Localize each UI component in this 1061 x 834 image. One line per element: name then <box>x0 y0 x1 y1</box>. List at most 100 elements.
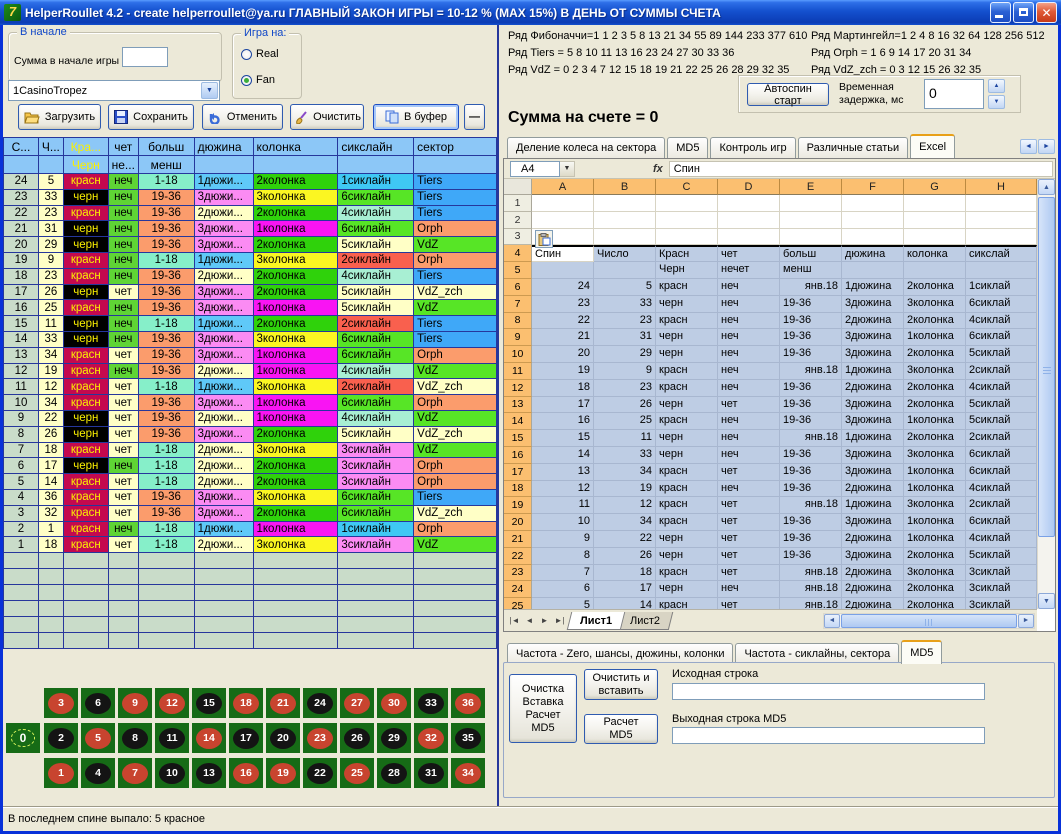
collapse-button[interactable]: — <box>464 104 485 130</box>
excel-cell[interactable]: 6 <box>532 581 594 598</box>
excel-cell[interactable]: 2колонка <box>904 548 966 565</box>
excel-row-header-4[interactable]: 4 <box>504 245 532 262</box>
excel-select-all-corner[interactable] <box>504 179 532 195</box>
board-cell-5[interactable]: 5 <box>81 723 115 753</box>
md5-output-field[interactable] <box>672 727 985 744</box>
excel-column-header-D[interactable]: D <box>718 179 780 195</box>
excel-cell[interactable]: 33 <box>594 447 656 464</box>
excel-cell[interactable]: черн <box>656 296 718 313</box>
excel-cell[interactable]: 3колонка <box>904 447 966 464</box>
md5-clear-paste-button[interactable]: Очистить и вставить <box>584 669 658 700</box>
excel-cell[interactable]: 1дюжина <box>842 363 904 380</box>
excel-cell[interactable]: 26 <box>594 397 656 414</box>
radio-option-fan[interactable]: Fan <box>241 74 275 86</box>
last-sheet-button[interactable]: ►| <box>552 613 567 628</box>
excel-cell[interactable]: 2дюжина <box>842 598 904 609</box>
excel-cell[interactable] <box>594 262 656 279</box>
tab-md5[interactable]: MD5 <box>901 640 942 664</box>
excel-cell[interactable]: 19-36 <box>780 329 842 346</box>
board-cell-13[interactable]: 13 <box>192 758 226 788</box>
excel-cell[interactable]: 3дюжина <box>842 514 904 531</box>
excel-row-header-25[interactable]: 25 <box>504 598 532 609</box>
excel-row-header-8[interactable]: 8 <box>504 313 532 330</box>
excel-cell[interactable]: 1дюжина <box>842 497 904 514</box>
excel-cell[interactable]: 2колонка <box>904 313 966 330</box>
excel-cell[interactable]: 3дюжина <box>842 397 904 414</box>
tabs-scroll-left-button[interactable]: ◄ <box>1020 139 1037 154</box>
board-cell-24[interactable]: 24 <box>303 688 337 718</box>
excel-cell[interactable]: 19-36 <box>780 296 842 313</box>
excel-cell[interactable]: 2сиклай <box>966 497 1037 514</box>
excel-cell[interactable]: красн <box>656 313 718 330</box>
name-box-dropdown-button[interactable]: ▼ <box>560 161 575 177</box>
excel-cell[interactable] <box>842 229 904 246</box>
clear-button[interactable]: Очистить <box>290 104 364 130</box>
excel-cell[interactable]: 1колонка <box>904 531 966 548</box>
excel-cell[interactable]: чет <box>718 514 780 531</box>
excel-cell[interactable]: сикслай <box>966 245 1037 262</box>
excel-cell[interactable] <box>842 195 904 212</box>
board-cell-18[interactable]: 18 <box>229 688 263 718</box>
excel-cell[interactable]: 2сиклай <box>966 363 1037 380</box>
board-cell-34[interactable]: 34 <box>451 758 485 788</box>
excel-cell[interactable]: 12 <box>532 481 594 498</box>
excel-cell[interactable]: чет <box>718 464 780 481</box>
scroll-right-button[interactable]: ► <box>1018 614 1034 628</box>
excel-cell[interactable]: 26 <box>594 548 656 565</box>
excel-cell[interactable]: 3дюжина <box>842 346 904 363</box>
excel-cell[interactable]: неч <box>718 581 780 598</box>
excel-row-header-6[interactable]: 6 <box>504 279 532 296</box>
board-cell-4[interactable]: 4 <box>81 758 115 788</box>
excel-row-header-5[interactable]: 5 <box>504 262 532 279</box>
radio-option-real[interactable]: Real <box>241 48 279 60</box>
excel-horizontal-scrollbar[interactable]: ◄ ► <box>823 613 1035 629</box>
excel-row-header-19[interactable]: 19 <box>504 497 532 514</box>
excel-cell[interactable] <box>780 229 842 246</box>
excel-cell[interactable]: 3дюжина <box>842 329 904 346</box>
first-sheet-button[interactable]: |◄ <box>507 613 522 628</box>
excel-row-header-16[interactable]: 16 <box>504 447 532 464</box>
excel-cell[interactable]: 15 <box>532 430 594 447</box>
excel-cell[interactable]: 3дюжина <box>842 413 904 430</box>
board-cell-36[interactable]: 36 <box>451 688 485 718</box>
board-cell-25[interactable]: 25 <box>340 758 374 788</box>
excel-cell[interactable]: 34 <box>594 514 656 531</box>
excel-cell[interactable]: 19-36 <box>780 397 842 414</box>
excel-cell[interactable]: 5сиклай <box>966 397 1037 414</box>
excel-cell[interactable]: янв.18 <box>780 581 842 598</box>
excel-cell[interactable]: 2дюжина <box>842 481 904 498</box>
next-sheet-button[interactable]: ► <box>537 613 552 628</box>
excel-cell[interactable]: 3сиклай <box>966 581 1037 598</box>
excel-cell[interactable]: 19-36 <box>780 313 842 330</box>
excel-cell[interactable]: черн <box>656 447 718 464</box>
board-cell-14[interactable]: 14 <box>192 723 226 753</box>
excel-cell[interactable]: 1колонка <box>904 413 966 430</box>
excel-cell[interactable]: 4сиклай <box>966 531 1037 548</box>
excel-cell[interactable]: 22 <box>594 531 656 548</box>
excel-cell[interactable]: 1колонка <box>904 329 966 346</box>
excel-cell[interactable]: неч <box>718 313 780 330</box>
board-cell-28[interactable]: 28 <box>377 758 411 788</box>
excel-cell[interactable]: 2дюжина <box>842 565 904 582</box>
excel-cell[interactable]: 2сиклай <box>966 430 1037 447</box>
board-cell-6[interactable]: 6 <box>81 688 115 718</box>
excel-cell[interactable]: 1дюжина <box>842 279 904 296</box>
excel-cell[interactable]: 6сиклай <box>966 447 1037 464</box>
excel-cell[interactable]: Черн <box>656 262 718 279</box>
formula-field[interactable]: Спин <box>669 161 1053 177</box>
excel-cell[interactable]: черн <box>656 531 718 548</box>
excel-cell[interactable]: 9 <box>594 363 656 380</box>
excel-cell[interactable]: 1сиклай <box>966 279 1037 296</box>
excel-cell[interactable]: 2колонка <box>904 397 966 414</box>
excel-cell[interactable]: 1дюжина <box>842 430 904 447</box>
excel-row-header-14[interactable]: 14 <box>504 413 532 430</box>
excel-row-header-7[interactable]: 7 <box>504 296 532 313</box>
excel-column-header-G[interactable]: G <box>904 179 966 195</box>
excel-cell[interactable]: неч <box>718 296 780 313</box>
excel-cell[interactable]: 9 <box>532 531 594 548</box>
excel-cell[interactable]: 11 <box>532 497 594 514</box>
board-cell-29[interactable]: 29 <box>377 723 411 753</box>
board-cell-16[interactable]: 16 <box>229 758 263 788</box>
autospin-start-button[interactable]: Автоспин старт <box>747 83 829 106</box>
excel-cell[interactable]: 23 <box>594 380 656 397</box>
